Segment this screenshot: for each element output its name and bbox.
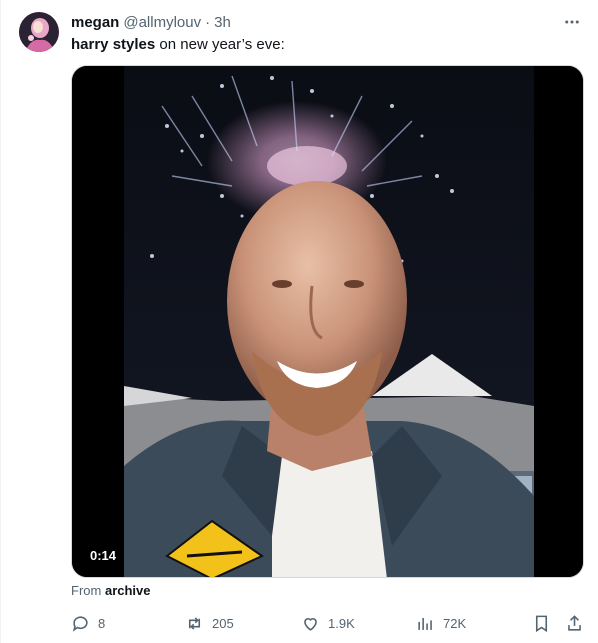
- more-button[interactable]: [558, 8, 586, 36]
- share-button[interactable]: [565, 608, 592, 638]
- share-icon: [568, 614, 581, 631]
- source-name[interactable]: archive: [105, 583, 151, 598]
- reply-count: 8: [98, 615, 106, 631]
- tweet-text-rest: on new year’s eve:: [155, 36, 285, 53]
- repost-button[interactable]: 205: [185, 608, 234, 638]
- views-count: 72K: [443, 615, 467, 631]
- views-button[interactable]: 72K: [416, 608, 466, 638]
- bookmark-icon: [535, 615, 548, 632]
- like-count: 1.9K: [328, 615, 355, 631]
- author-name[interactable]: megan: [71, 14, 119, 31]
- repost-icon: [188, 616, 201, 630]
- tweet[interactable]: megan @allmylouv · 3h harry styles on ne…: [0, 0, 598, 643]
- tweet-text: harry styles on new year’s eve:: [71, 35, 285, 55]
- like-button[interactable]: 1.9K: [301, 608, 355, 638]
- timestamp[interactable]: 3h: [214, 14, 231, 31]
- video-frame: [72, 66, 583, 577]
- tweet-text-bold[interactable]: harry styles: [71, 36, 155, 53]
- more-icon: [565, 20, 579, 24]
- views-icon: [418, 617, 432, 630]
- repost-count: 205: [212, 615, 234, 631]
- video-player[interactable]: 0:14: [71, 65, 584, 578]
- avatar[interactable]: [19, 12, 59, 52]
- reply-icon: [72, 615, 88, 632]
- separator: ·: [205, 13, 211, 31]
- source-prefix: From: [71, 583, 102, 598]
- author-handle[interactable]: @allmylouv: [123, 14, 201, 31]
- bookmark-button[interactable]: [532, 608, 559, 638]
- source-attribution: From archive: [71, 583, 151, 598]
- action-bar: 8 205 1.9K 72K: [67, 608, 587, 638]
- like-icon: [304, 617, 317, 631]
- reply-button[interactable]: 8: [71, 608, 105, 638]
- tweet-header: megan @allmylouv · 3h: [71, 12, 578, 32]
- video-duration: 0:14: [84, 546, 123, 565]
